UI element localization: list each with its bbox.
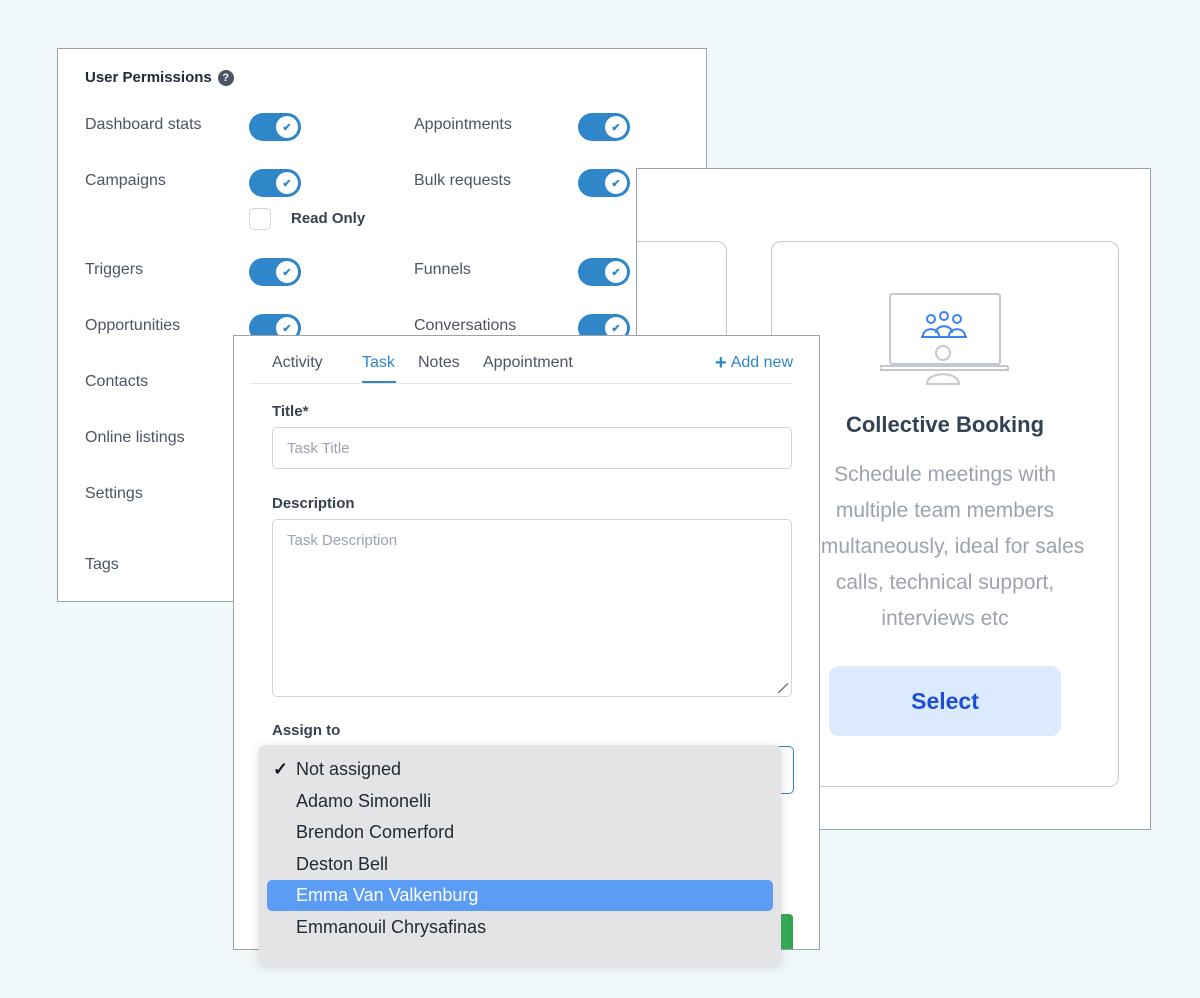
check-icon: ✔ <box>276 172 298 194</box>
select-button[interactable]: Select <box>829 666 1061 736</box>
checkmark-icon: ✓ <box>273 759 289 779</box>
toggle-appointments[interactable]: ✔ <box>578 113 630 141</box>
toggle-bulk-requests[interactable]: ✔ <box>578 169 630 197</box>
dropdown-option[interactable]: Brendon Comerford <box>267 817 773 848</box>
tab-notes[interactable]: Notes <box>418 354 460 372</box>
dropdown-option[interactable]: Emmanouil Chrysafinas <box>267 912 773 943</box>
resize-handle-icon[interactable] <box>778 683 788 693</box>
help-icon[interactable]: ? <box>217 69 234 86</box>
active-tab-indicator <box>362 381 396 383</box>
option-label: Emma Van Valkenburg <box>296 885 479 905</box>
team-meeting-icon <box>880 293 1009 385</box>
task-description-placeholder: Task Description <box>287 532 398 549</box>
option-label: Emmanouil Chrysafinas <box>296 917 487 937</box>
dropdown-option-highlighted[interactable]: Emma Van Valkenburg <box>267 880 773 911</box>
add-new-button[interactable]: + Add new <box>715 352 793 374</box>
check-icon: ✔ <box>276 116 298 138</box>
toggle-triggers[interactable]: ✔ <box>249 258 301 286</box>
task-description-textarea[interactable]: Task Description <box>272 519 792 697</box>
read-only-checkbox[interactable] <box>249 208 271 230</box>
assign-dropdown-list: ✓ Not assigned Adamo Simonelli Brendon C… <box>259 745 781 965</box>
booking-card-description: Schedule meetings with multiple team mem… <box>805 463 1085 630</box>
toggle-dashboard-stats[interactable]: ✔ <box>249 113 301 141</box>
task-title-input[interactable]: Task Title <box>272 427 792 469</box>
tab-appointment[interactable]: Appointment <box>483 354 573 372</box>
add-new-label: Add new <box>730 354 793 371</box>
permissions-title: User Permissions ? <box>85 69 234 86</box>
read-only-label: Read Only <box>291 210 366 227</box>
dropdown-option[interactable]: Deston Bell <box>267 849 773 880</box>
permission-label-opportunities: Opportunities <box>85 317 181 334</box>
booking-card-title: Collective Booking <box>845 412 1045 437</box>
collective-booking-card[interactable]: Collective Booking Schedule meetings wit… <box>771 241 1119 787</box>
dropdown-option[interactable]: ✓ Not assigned <box>267 754 773 785</box>
task-tabs: Activity Task Notes Appointment + Add ne… <box>250 336 793 384</box>
check-icon: ✔ <box>605 172 627 194</box>
permission-label-triggers: Triggers <box>85 261 144 278</box>
option-label: Brendon Comerford <box>296 822 455 842</box>
dropdown-option[interactable]: Adamo Simonelli <box>267 786 773 817</box>
tab-task[interactable]: Task <box>362 354 395 372</box>
check-icon: ✔ <box>276 261 298 283</box>
check-icon: ✔ <box>605 116 627 138</box>
task-title-placeholder: Task Title <box>287 440 350 457</box>
permission-label-appointments: Appointments <box>414 116 512 133</box>
description-label: Description <box>272 495 355 512</box>
title-label: Title* <box>272 403 309 420</box>
check-icon: ✔ <box>605 261 627 283</box>
option-label: Not assigned <box>296 759 402 779</box>
tab-activity[interactable]: Activity <box>272 354 323 372</box>
toggle-funnels[interactable]: ✔ <box>578 258 630 286</box>
permission-label-dashboard-stats: Dashboard stats <box>85 116 202 133</box>
toggle-campaigns[interactable]: ✔ <box>249 169 301 197</box>
permission-label-conversations: Conversations <box>414 317 517 334</box>
option-label: Adamo Simonelli <box>296 791 432 811</box>
option-label: Deston Bell <box>296 854 389 874</box>
permission-label-funnels: Funnels <box>414 261 471 278</box>
plus-icon: + <box>715 352 727 374</box>
permission-label-tags: Tags <box>85 556 119 573</box>
permission-label-settings: Settings <box>85 485 143 502</box>
permission-label-bulk-requests: Bulk requests <box>414 172 511 189</box>
permissions-title-text: User Permissions <box>85 69 212 86</box>
permission-label-contacts: Contacts <box>85 373 149 390</box>
assign-to-label: Assign to <box>272 722 341 739</box>
permission-label-campaigns: Campaigns <box>85 172 166 189</box>
permission-label-online-listings: Online listings <box>85 429 185 446</box>
